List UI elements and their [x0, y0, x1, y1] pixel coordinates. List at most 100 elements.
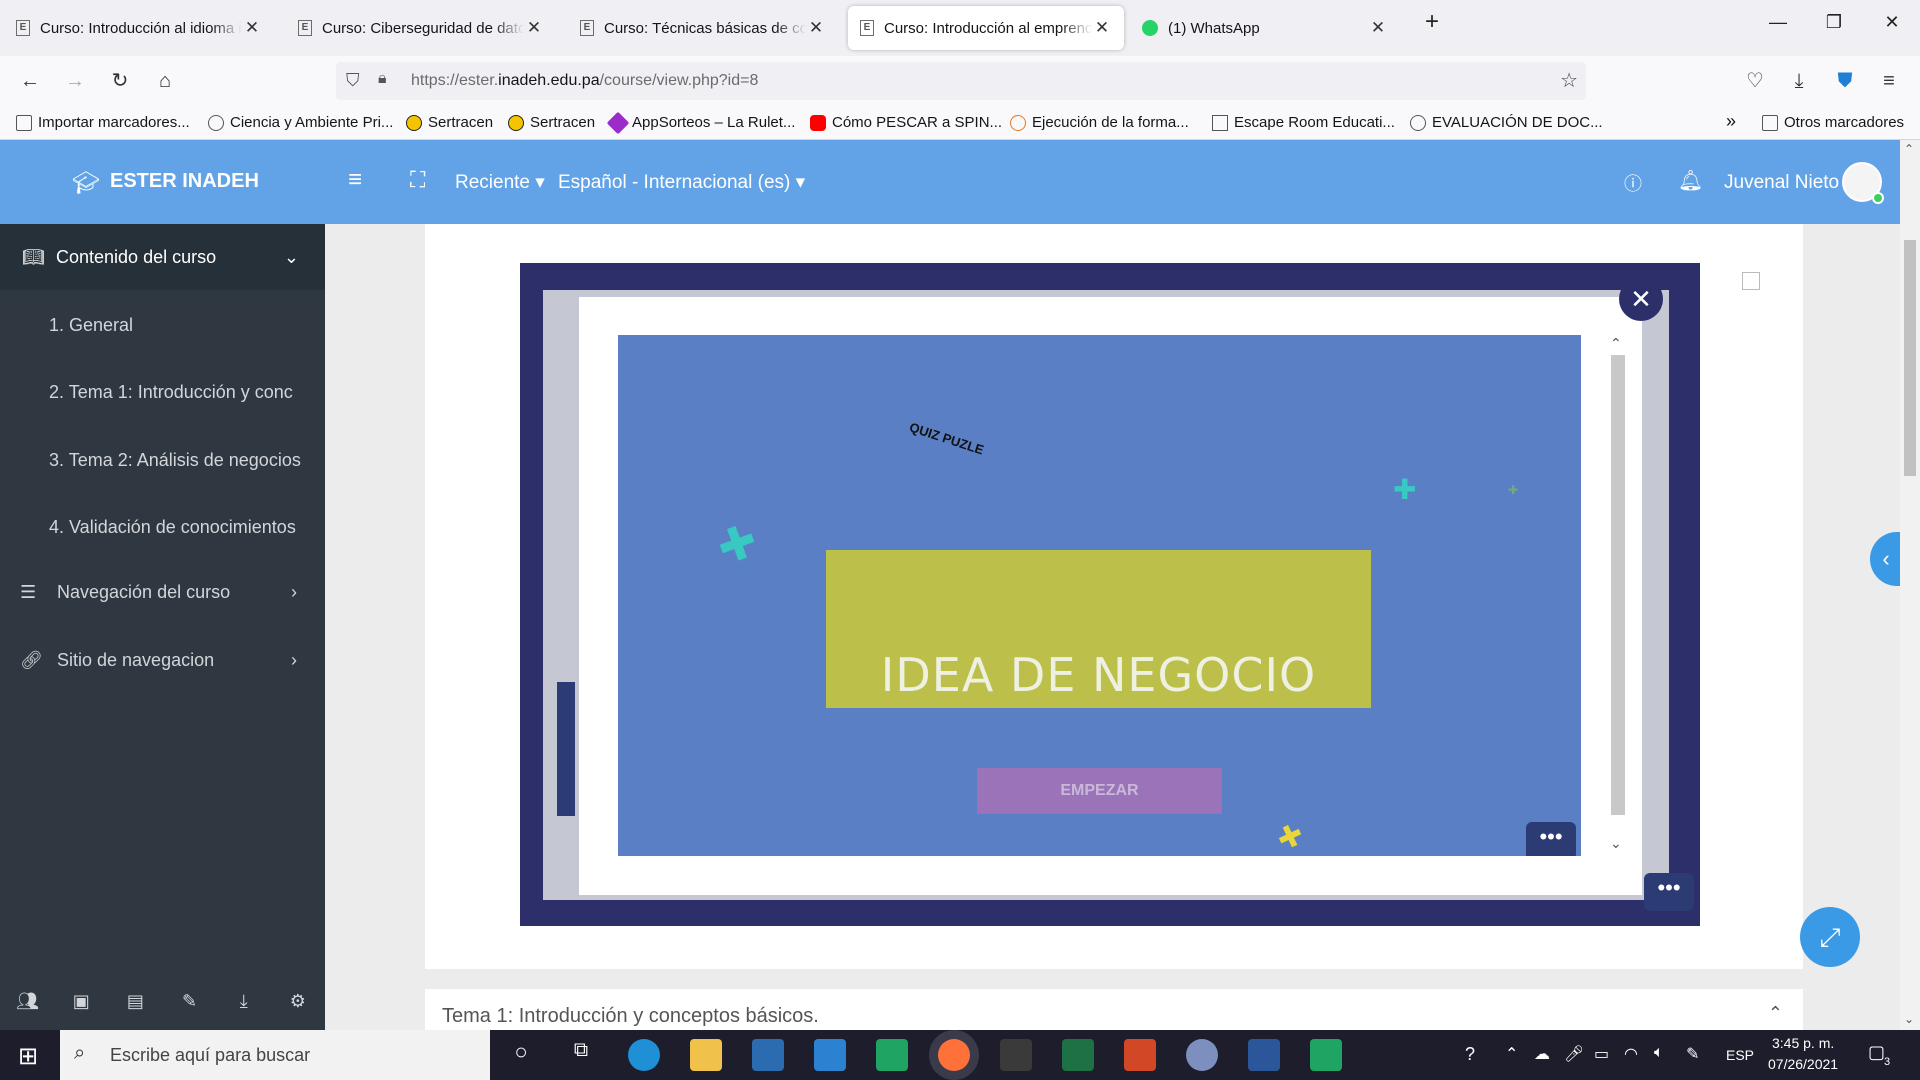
windows-start-icon[interactable]: ⊞: [18, 1042, 38, 1071]
pocket-icon[interactable]: ♡: [1740, 66, 1770, 96]
bookmark-item[interactable]: Escape Room Educati...: [1212, 114, 1395, 131]
scroll-up-icon[interactable]: ⌃: [1904, 142, 1914, 156]
brush-icon[interactable]: ✎: [179, 991, 201, 1013]
acrobat-icon[interactable]: [1124, 1039, 1156, 1071]
bookmark-item[interactable]: Importar marcadores...: [16, 114, 190, 131]
bookmark-star-icon[interactable]: ☆: [1560, 68, 1578, 93]
taskbar-search[interactable]: ⌕ Escribe aquí para buscar: [60, 1030, 490, 1080]
modal-scrollbar[interactable]: ⌃ ⌄: [1607, 335, 1629, 856]
help-icon[interactable]: ⓘ: [1624, 170, 1642, 196]
clock-time[interactable]: 3:45 p. m.: [1772, 1035, 1834, 1051]
expand-fullscreen-button[interactable]: ⤢: [1800, 907, 1860, 967]
scroll-down-icon[interactable]: ⌄: [1904, 1012, 1914, 1026]
new-tab-button[interactable]: +: [1412, 8, 1452, 36]
bookmark-item[interactable]: Cómo PESCAR a SPIN...: [810, 114, 1002, 131]
cortana-icon[interactable]: ○: [505, 1039, 537, 1071]
app-icon[interactable]: [1000, 1039, 1032, 1071]
scroll-thumb[interactable]: [1904, 240, 1916, 476]
download-icon[interactable]: ⤓: [233, 991, 255, 1013]
sidebar-item-tema2[interactable]: 3. Tema 2: Análisis de negocios: [0, 431, 325, 489]
app-icon[interactable]: [1186, 1039, 1218, 1071]
scroll-up-icon[interactable]: ⌃: [1610, 335, 1622, 352]
language-indicator[interactable]: ESP: [1726, 1047, 1754, 1063]
other-bookmarks-folder[interactable]: Otros marcadores: [1762, 114, 1904, 131]
back-arrow-icon[interactable]: ←: [15, 66, 45, 96]
extension-shield-icon[interactable]: ⛊: [1830, 66, 1860, 96]
microphone-icon[interactable]: 🎤︎: [1564, 1044, 1584, 1064]
settings-icon[interactable]: ⚙: [287, 991, 309, 1013]
site-navigation-item[interactable]: 🔗︎ Sitio de navegacion ›: [0, 631, 325, 689]
bookmark-item[interactable]: Ciencia y Ambiente Pri...: [208, 114, 393, 131]
battery-icon[interactable]: ▭: [1594, 1044, 1609, 1064]
address-bar[interactable]: ⛉ 🔒︎ https://ester.inadeh.edu.pa/course/…: [336, 62, 1586, 100]
scroll-down-icon[interactable]: ⌄: [1610, 835, 1622, 852]
browser-tab[interactable]: E Curso: Ciberseguridad de datos ✕: [286, 6, 556, 50]
sidebar-item-tema1[interactable]: 2. Tema 1: Introducción y conc: [0, 363, 325, 421]
recent-menu[interactable]: Reciente ▾: [455, 171, 545, 194]
task-view-icon[interactable]: ⧉: [565, 1039, 597, 1071]
browser-tab[interactable]: (1) WhatsApp ✕: [1130, 6, 1400, 50]
restore-button[interactable]: ❐: [1814, 12, 1854, 33]
tab-close-icon[interactable]: ✕: [524, 18, 544, 38]
tray-chevron-up-icon[interactable]: ⌃: [1505, 1044, 1518, 1064]
fullscreen-icon[interactable]: ⛶: [410, 167, 425, 193]
drawer-toggle-icon[interactable]: ≡: [348, 166, 362, 194]
cloud-icon[interactable]: ☁: [1534, 1044, 1550, 1064]
wifi-icon[interactable]: ◠: [1624, 1044, 1638, 1064]
game-more-button[interactable]: •••: [1526, 822, 1576, 856]
bookmark-item[interactable]: EVALUACIÓN DE DOC...: [1410, 114, 1603, 131]
camtasia-icon[interactable]: [1310, 1039, 1342, 1071]
notification-center-icon[interactable]: ▢: [1868, 1042, 1885, 1063]
shield-icon[interactable]: ⛉: [346, 70, 360, 91]
pen-icon[interactable]: ✎: [1686, 1044, 1699, 1064]
users-icon[interactable]: 👥︎: [16, 991, 39, 1013]
word-icon[interactable]: [1248, 1039, 1280, 1071]
minimize-button[interactable]: —: [1758, 12, 1798, 33]
tab-close-icon[interactable]: ✕: [806, 18, 826, 38]
more-bookmarks-chevron-icon[interactable]: »: [1726, 111, 1736, 132]
close-window-button[interactable]: ✕: [1872, 12, 1912, 33]
menu-hamburger-icon[interactable]: ≡: [1874, 66, 1904, 96]
modal-close-button[interactable]: ✕: [1619, 277, 1663, 321]
camtasia-icon[interactable]: [876, 1039, 908, 1071]
sidebar-item-validacion[interactable]: 4. Validación de conocimientos: [0, 498, 325, 556]
completion-checkbox[interactable]: [1742, 272, 1760, 290]
archive-icon[interactable]: ▣: [70, 991, 92, 1013]
store-icon[interactable]: [752, 1039, 784, 1071]
firefox-icon[interactable]: [938, 1039, 970, 1071]
excel-icon[interactable]: [1062, 1039, 1094, 1071]
activity-more-button[interactable]: •••: [1644, 873, 1694, 911]
collapse-chevron-up-icon[interactable]: ⌃: [1768, 1003, 1783, 1024]
clock-date[interactable]: 07/26/2021: [1768, 1056, 1838, 1072]
edge-icon[interactable]: [628, 1039, 660, 1071]
tab-close-icon[interactable]: ✕: [242, 18, 262, 38]
browser-tab-active[interactable]: E Curso: Introducción al emprend ✕: [848, 6, 1124, 50]
help-tray-icon[interactable]: ?: [1465, 1044, 1475, 1065]
file-explorer-icon[interactable]: [690, 1039, 722, 1071]
tab-close-icon[interactable]: ✕: [1092, 18, 1112, 38]
scroll-thumb[interactable]: [1611, 355, 1625, 815]
language-menu[interactable]: Español - Internacional (es) ▾: [558, 171, 805, 194]
course-navigation-item[interactable]: ☰ Navegación del curso ›: [0, 563, 325, 621]
page-scrollbar[interactable]: ⌃ ⌄: [1900, 140, 1920, 1030]
sidebar-item-general[interactable]: 1. General: [0, 296, 325, 354]
user-name[interactable]: Juvenal Nieto: [1724, 172, 1839, 194]
bookmark-item[interactable]: AppSorteos – La Rulet...: [606, 111, 795, 134]
volume-icon[interactable]: 🔈︎: [1654, 1044, 1664, 1062]
bookmark-item[interactable]: Sertracen: [406, 114, 493, 131]
bookmark-item[interactable]: Sertracen: [508, 114, 595, 131]
file-icon[interactable]: ▤: [124, 991, 146, 1013]
site-brand[interactable]: ESTER INADEH: [110, 170, 259, 193]
browser-tab[interactable]: E Curso: Técnicas básicas de coci ✕: [568, 6, 838, 50]
forward-arrow-icon[interactable]: →: [60, 66, 90, 96]
home-icon[interactable]: ⌂: [150, 66, 180, 96]
start-button[interactable]: EMPEZAR: [977, 768, 1222, 814]
lock-icon[interactable]: 🔒︎: [378, 70, 387, 88]
tab-close-icon[interactable]: ✕: [1368, 18, 1388, 38]
notifications-bell-icon[interactable]: 🔔︎: [1678, 168, 1703, 193]
course-content-header[interactable]: 📖︎ Contenido del curso ⌄: [0, 224, 325, 290]
reload-icon[interactable]: ↻: [105, 66, 135, 96]
download-icon[interactable]: ⤓: [1784, 66, 1814, 96]
bookmark-item[interactable]: Ejecución de la forma...: [1010, 114, 1189, 131]
mail-icon[interactable]: [814, 1039, 846, 1071]
